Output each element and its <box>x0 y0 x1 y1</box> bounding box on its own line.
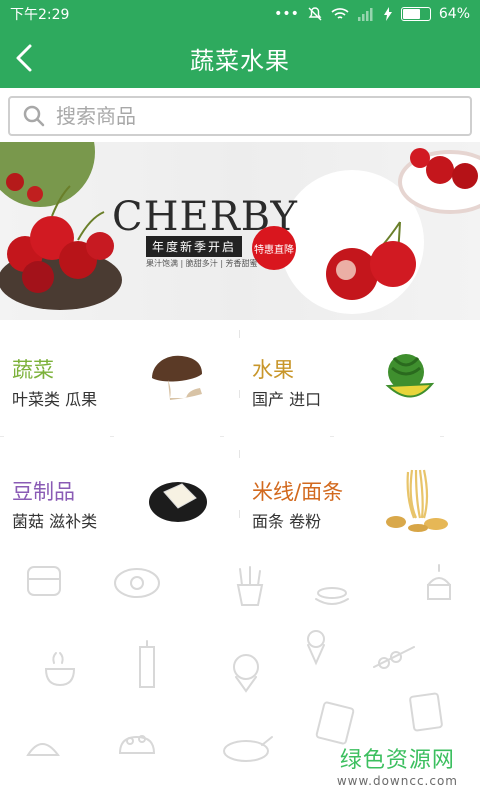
category-name: 豆制品 <box>12 480 75 504</box>
wifi-icon <box>331 8 349 19</box>
watermark-url: www.downcc.com <box>336 774 458 788</box>
watermelon-icon <box>385 354 435 398</box>
charging-icon <box>383 7 392 21</box>
signal-icon <box>357 8 373 21</box>
category-noodles[interactable]: 米线/面条 面条 卷粉 <box>240 444 480 564</box>
mute-icon <box>308 7 322 21</box>
category-subtitle: 叶菜类 瓜果 <box>12 390 98 409</box>
watermark-title: 绿色资源网 <box>339 748 455 773</box>
status-time: 下午2:29 <box>10 7 70 23</box>
watermark: 绿色资源网 www.downcc.com <box>337 742 458 788</box>
search-input[interactable] <box>56 104 436 128</box>
chevron-left-icon <box>16 44 32 72</box>
search-bar[interactable] <box>8 96 472 136</box>
promo-banner[interactable]: CHERBY 年度新季开启 特惠直降 果汁饱满 | 脆甜多汁 | 芳香甜蜜 <box>0 142 480 320</box>
category-subtitle: 国产 进口 <box>252 390 322 409</box>
category-subtitle: 菌菇 滋补类 <box>12 512 98 531</box>
category-subtitle: 面条 卷粉 <box>252 512 322 531</box>
search-icon <box>23 105 45 127</box>
category-vegetables[interactable]: 蔬菜 叶菜类 瓜果 <box>0 322 240 442</box>
banner-features: 果汁饱满 | 脆甜多汁 | 芳香甜蜜 <box>146 259 258 268</box>
noodles-icon <box>386 469 448 532</box>
category-name: 水果 <box>252 358 294 382</box>
banner-badge: 特惠直降 <box>252 226 296 270</box>
category-tofu[interactable]: 豆制品 菌菇 滋补类 <box>0 444 240 564</box>
battery-icon <box>400 7 431 21</box>
top-bar: 蔬菜水果 <box>0 28 480 88</box>
category-fruits[interactable]: 水果 国产 进口 <box>240 322 480 442</box>
more-icon: ••• <box>274 6 299 22</box>
category-name: 米线/面条 <box>252 480 344 504</box>
status-bar: 下午2:29 ••• 64% <box>0 0 480 28</box>
battery-percent: 64% <box>438 6 470 22</box>
page-title: 蔬菜水果 <box>190 46 290 75</box>
mushroom-icon <box>152 355 202 400</box>
tofu-icon <box>149 482 207 522</box>
banner-tagline: 年度新季开启 <box>146 236 243 257</box>
category-name: 蔬菜 <box>12 358 54 382</box>
back-button[interactable] <box>8 40 44 76</box>
